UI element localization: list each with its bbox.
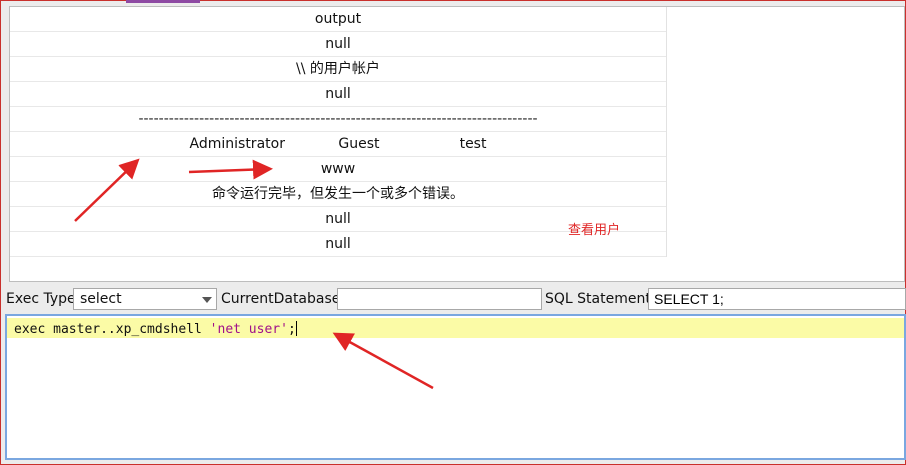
annotation-note: 查看用户 (568, 223, 621, 238)
code-keyword-text: exec master..xp_cmdshell (14, 322, 210, 337)
exec-type-value: select (80, 291, 122, 307)
sql-editor[interactable]: exec master..xp_cmdshell 'net user'; (5, 314, 906, 460)
code-terminator: ; (287, 322, 296, 337)
code-string-literal: 'net user' (209, 322, 288, 337)
query-toolbar: Exec Type select CurrentDatabase SQL Sta… (0, 287, 906, 312)
sql-statement-input[interactable] (648, 288, 906, 310)
result-row[interactable]: ----------------------------------------… (10, 107, 666, 132)
text-cursor (295, 321, 297, 336)
active-tab-indicator (126, 0, 200, 3)
result-row[interactable]: Administrator Guest test (10, 132, 666, 157)
column-header-output[interactable]: output (10, 7, 666, 32)
results-panel[interactable]: output null \\ 的用户帐户 null --------------… (9, 6, 905, 282)
exec-type-label: Exec Type (6, 291, 76, 307)
result-row[interactable]: null (10, 32, 666, 57)
result-row[interactable]: \\ 的用户帐户 (10, 57, 666, 82)
result-row[interactable]: www (10, 157, 666, 182)
sql-statement-label: SQL Statement (545, 291, 651, 307)
exec-type-select[interactable]: select (73, 288, 217, 310)
current-database-input[interactable] (337, 288, 542, 310)
editor-code[interactable]: exec master..xp_cmdshell 'net user'; (14, 321, 297, 337)
chevron-down-icon (202, 297, 212, 303)
result-row[interactable]: null (10, 82, 666, 107)
current-database-label: CurrentDatabase (221, 291, 341, 307)
result-row[interactable]: 命令运行完毕，但发生一个或多个错误。 (10, 182, 666, 207)
